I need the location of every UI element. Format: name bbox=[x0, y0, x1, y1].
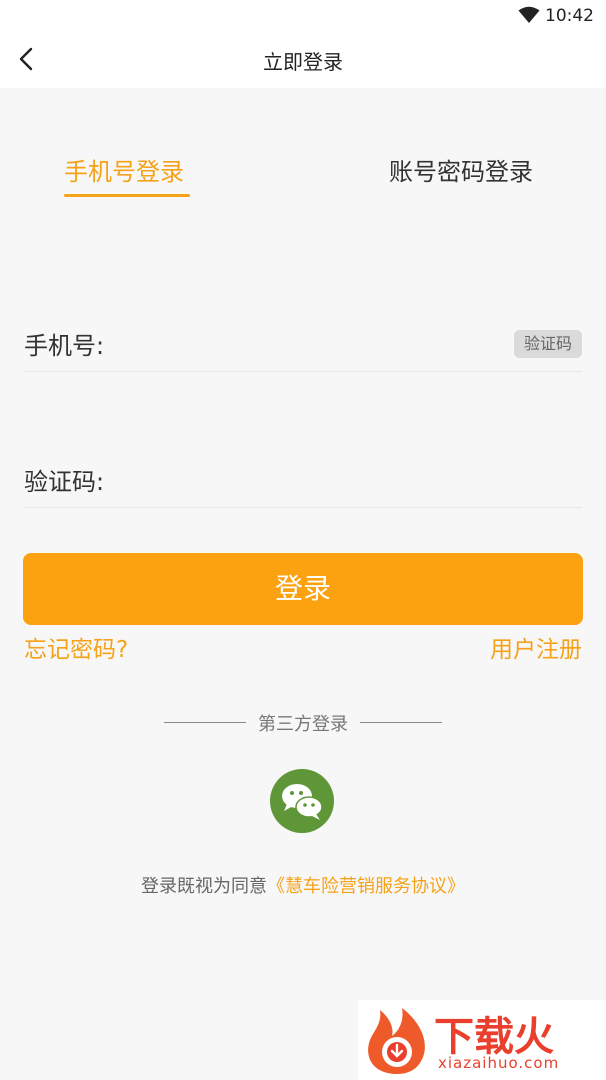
code-field: 验证码: bbox=[24, 452, 582, 508]
register-link[interactable]: 用户注册 bbox=[490, 630, 582, 664]
forgot-password-link[interactable]: 忘记密码? bbox=[24, 630, 128, 664]
title-bar: 立即登录 bbox=[0, 32, 606, 88]
code-input[interactable] bbox=[120, 458, 500, 498]
third-party-divider: 第三方登录 bbox=[0, 708, 606, 736]
phone-field: 手机号: 验证码 bbox=[24, 316, 582, 372]
status-bar: 10:42 bbox=[0, 0, 606, 32]
watermark: 下载火 xiazaihuo.com bbox=[358, 1000, 606, 1080]
page-title: 立即登录 bbox=[263, 50, 343, 74]
status-time: 10:42 bbox=[545, 6, 594, 26]
tab-active-indicator bbox=[64, 194, 190, 197]
get-code-button[interactable]: 验证码 bbox=[513, 330, 582, 358]
agreement-text: 登录既视为同意《慧车险营销服务协议》 bbox=[0, 872, 606, 898]
phone-label: 手机号: bbox=[24, 332, 105, 360]
phone-input[interactable] bbox=[120, 322, 500, 362]
third-party-title: 第三方登录 bbox=[258, 714, 348, 735]
agreement-prefix: 登录既视为同意 bbox=[141, 876, 267, 897]
login-button[interactable]: 登录 bbox=[23, 553, 583, 625]
wifi-icon bbox=[518, 6, 540, 23]
tab-phone-login[interactable]: 手机号登录 bbox=[64, 152, 184, 187]
fire-logo-icon bbox=[368, 1008, 425, 1074]
tab-account-login[interactable]: 账号密码登录 bbox=[389, 152, 533, 187]
agreement-link[interactable]: 《慧车险营销服务协议》 bbox=[267, 876, 465, 897]
code-label: 验证码: bbox=[24, 468, 105, 496]
watermark-url: xiazaihuo.com bbox=[438, 1054, 560, 1072]
wechat-icon[interactable] bbox=[270, 769, 334, 833]
divider-line-right bbox=[360, 722, 442, 723]
